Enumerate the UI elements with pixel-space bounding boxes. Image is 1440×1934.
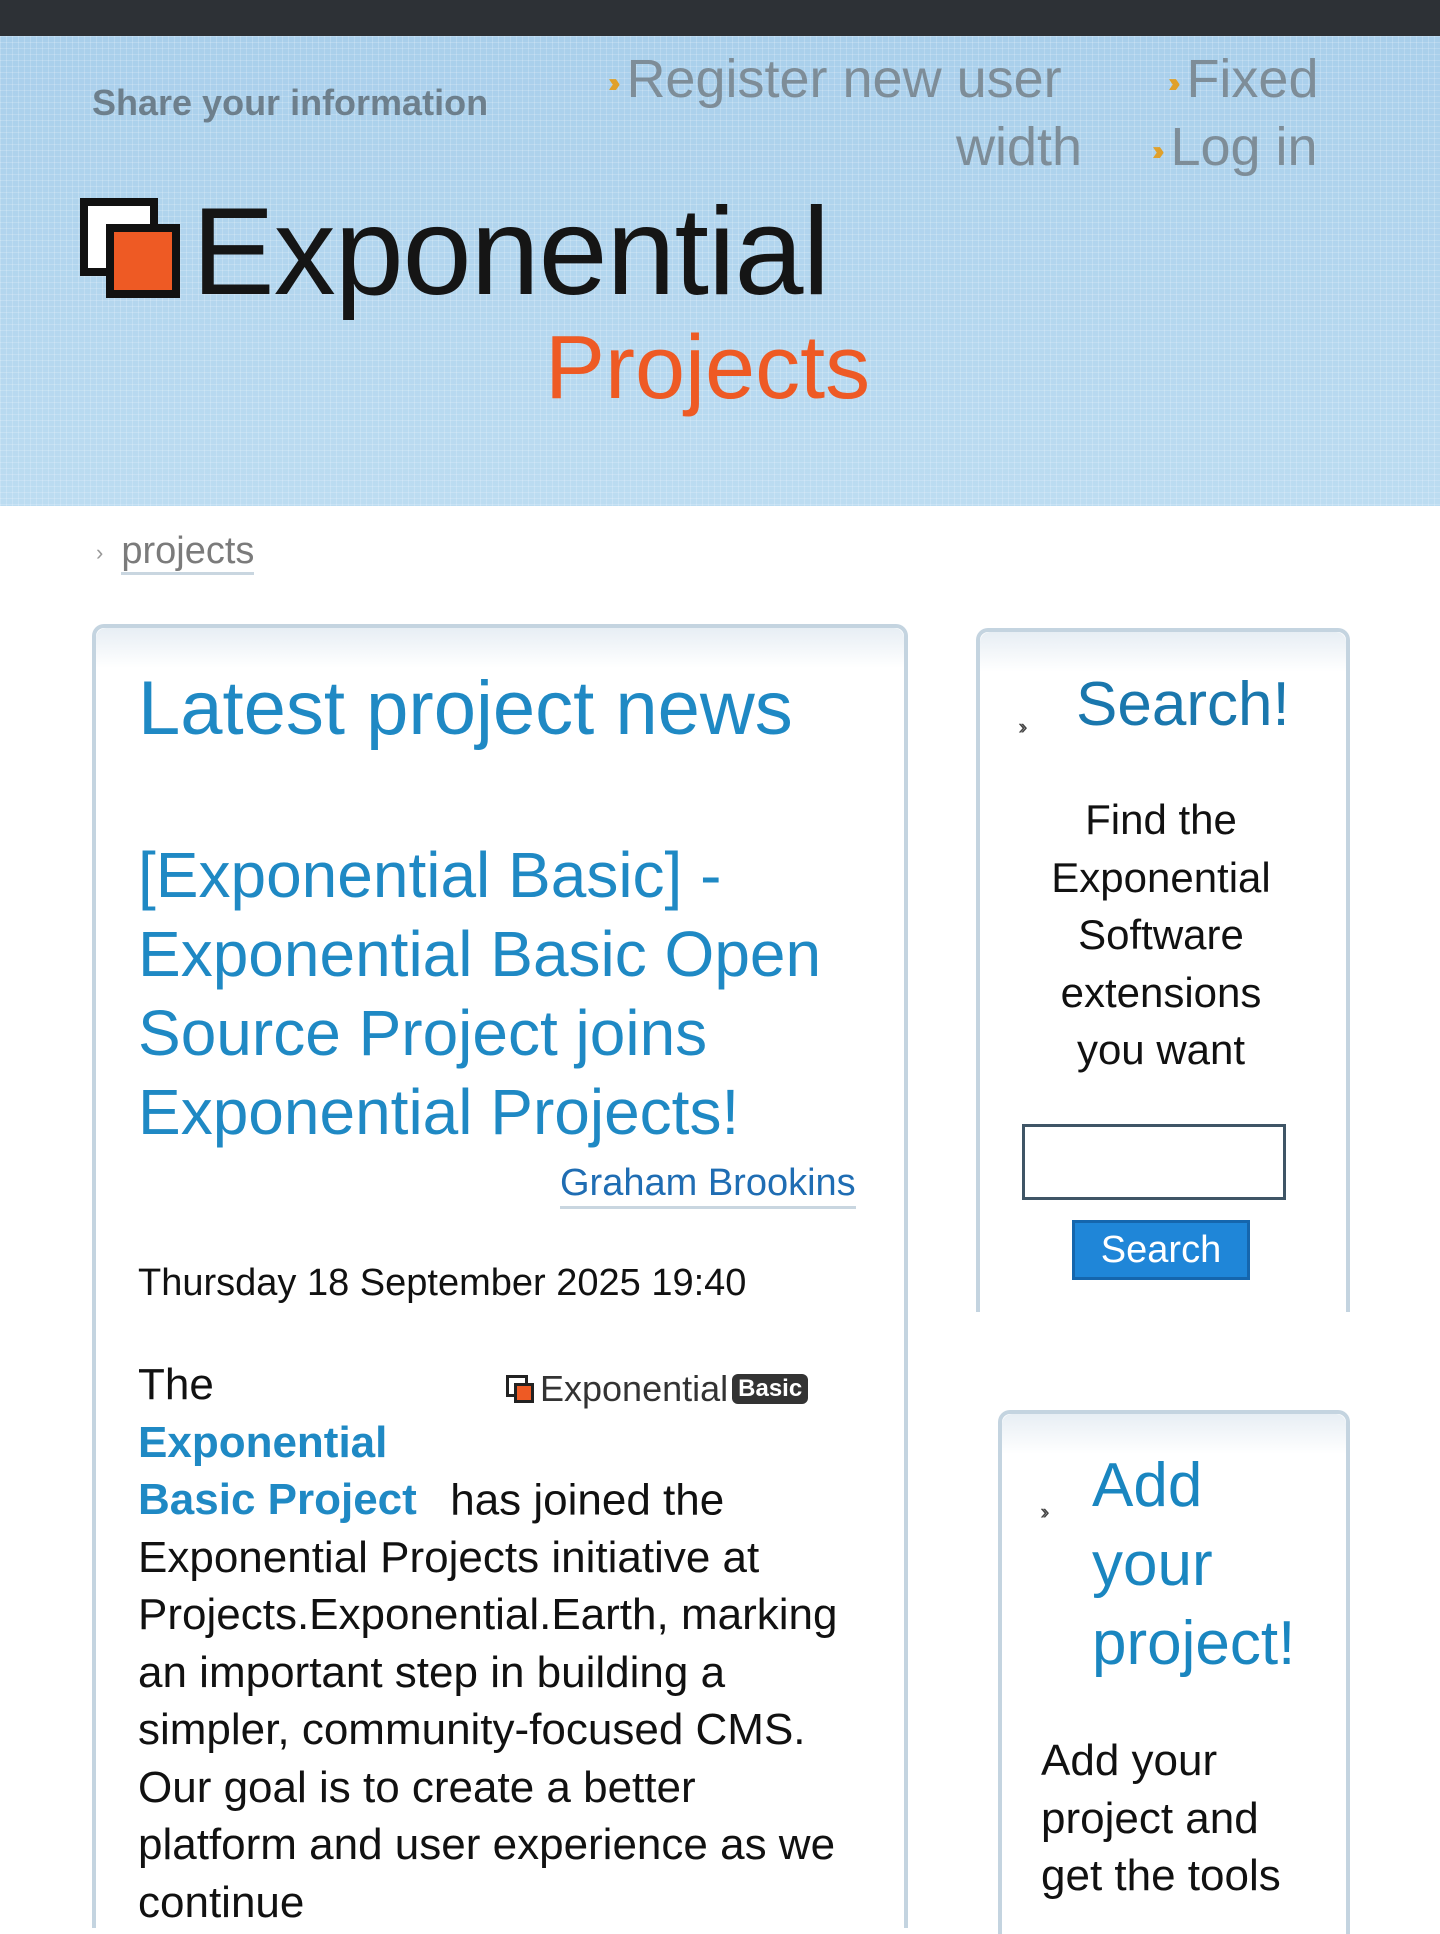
add-project-heading[interactable]: ›› Add your project! (1040, 1446, 1322, 1683)
width-link[interactable]: width (956, 114, 1082, 180)
site-header: Share your information ›› Register new u… (0, 36, 1440, 506)
author-link[interactable]: Graham Brookins (560, 1160, 856, 1209)
double-chevron-icon: ›› (1152, 134, 1165, 166)
breadcrumb-link-projects[interactable]: projects (121, 530, 255, 575)
search-heading-label: Search! (1076, 670, 1290, 739)
login-link[interactable]: ›› Log in (1152, 114, 1318, 184)
fixed-link[interactable]: ›› Fixed (1168, 46, 1318, 116)
double-chevron-icon: ›› (608, 66, 621, 98)
search-description: Find the Exponential Software extensions… (1051, 796, 1271, 1073)
register-label: Register new user (626, 49, 1062, 109)
share-info-text: Share your information (92, 82, 489, 123)
login-label: Log in (1170, 117, 1318, 177)
article-date: Thursday 18 September 2025 19:40 (138, 1262, 747, 1304)
fixed-label: Fixed (1186, 49, 1319, 109)
body-intro: The (138, 1360, 214, 1409)
article-body: The Exponential Basic Project has joined… (138, 1356, 858, 1931)
page-title: Latest project news (138, 666, 793, 751)
search-button[interactable]: Search (1072, 1220, 1250, 1280)
double-chevron-icon: ›› (1018, 714, 1027, 739)
add-project-heading-label: Add your project! (1092, 1451, 1296, 1678)
logo-squares-icon[interactable] (80, 198, 184, 298)
chevron-right-icon: › (96, 539, 104, 565)
add-project-description: Add your project and get the tools (1041, 1736, 1281, 1900)
double-chevron-icon: ›› (1168, 66, 1181, 98)
logo-wordmark[interactable]: Exponential (192, 182, 830, 322)
register-link[interactable]: ›› Register new user (608, 46, 1062, 116)
double-chevron-icon: ›› (1040, 1499, 1049, 1524)
body-rest: has joined the Exponential Projects init… (138, 1475, 838, 1927)
top-bar (0, 0, 1440, 36)
search-input[interactable] (1022, 1124, 1286, 1200)
breadcrumb: › projects (96, 530, 255, 575)
search-heading: ›› Search! (1018, 668, 1290, 742)
article-title[interactable]: [Exponential Basic] - Exponential Basic … (138, 836, 858, 1152)
logo-subtitle: Projects (545, 318, 871, 418)
project-link[interactable]: Exponential Basic Project (138, 1414, 438, 1529)
